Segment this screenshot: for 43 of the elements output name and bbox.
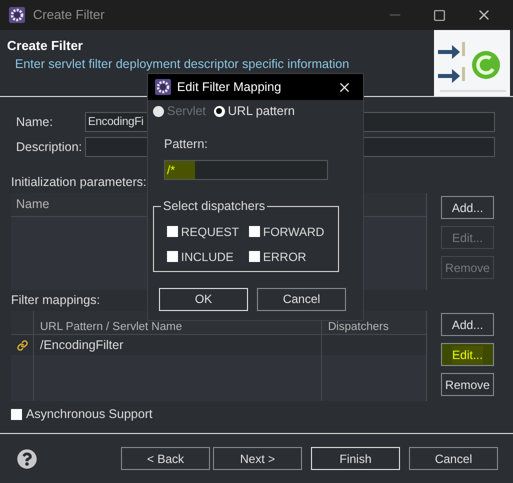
table-cell-text: /EncodingFilter	[40, 336, 124, 354]
button[interactable]: Edit...	[441, 343, 494, 366]
column-header: Dispatchers	[328, 321, 389, 333]
checkbox[interactable]	[167, 251, 178, 262]
pattern-label: Pattern:	[164, 136, 209, 153]
window-title: Create Filter	[33, 6, 105, 24]
header-title: Create Filter	[7, 37, 84, 55]
field-label: Name:	[16, 114, 54, 131]
help-icon[interactable]	[17, 448, 37, 468]
button[interactable]: Add...	[441, 196, 494, 219]
button[interactable]: OK	[159, 288, 248, 311]
radio-label: URL pattern	[228, 102, 295, 120]
button[interactable]: Cancel	[257, 288, 346, 311]
button[interactable]: Add...	[441, 313, 494, 336]
dialog-icon	[155, 79, 171, 95]
button[interactable]: < Back	[121, 447, 210, 470]
button[interactable]: Cancel	[409, 447, 498, 470]
radio-label: Servlet	[167, 102, 206, 120]
checkbox[interactable]	[249, 226, 260, 238]
pattern-field[interactable]: /*	[164, 160, 328, 180]
checkbox[interactable]	[11, 408, 22, 420]
section-label: Filter mappings:	[11, 293, 100, 307]
button[interactable]: Remove	[441, 373, 494, 396]
maximize-icon[interactable]	[433, 8, 446, 22]
dialog-title: Edit Filter Mapping	[177, 78, 282, 96]
checkbox-label: ERROR	[263, 248, 306, 266]
column-header: URL Pattern / Servlet Name	[40, 321, 182, 333]
checkbox[interactable]	[167, 226, 178, 238]
button[interactable]: Next >	[213, 447, 302, 470]
field-label: Description:	[16, 138, 83, 156]
checkbox[interactable]	[249, 251, 260, 262]
app-icon	[9, 7, 25, 23]
section-label: Initialization parameters:	[11, 175, 146, 189]
radio-button[interactable]	[214, 106, 225, 116]
link-icon	[16, 340, 28, 350]
checkbox-label: INCLUDE	[181, 248, 234, 266]
checkbox-label: Asynchronous Support	[26, 406, 152, 423]
header-description: Enter servlet filter deployment descriptor specific information	[14, 56, 350, 72]
button[interactable]: Finish	[311, 447, 400, 470]
group-label: Select dispatchers	[161, 198, 268, 213]
checkbox-label: REQUEST	[181, 224, 240, 241]
column-header: Name	[16, 196, 50, 214]
checkbox-label: FORWARD	[263, 224, 324, 241]
